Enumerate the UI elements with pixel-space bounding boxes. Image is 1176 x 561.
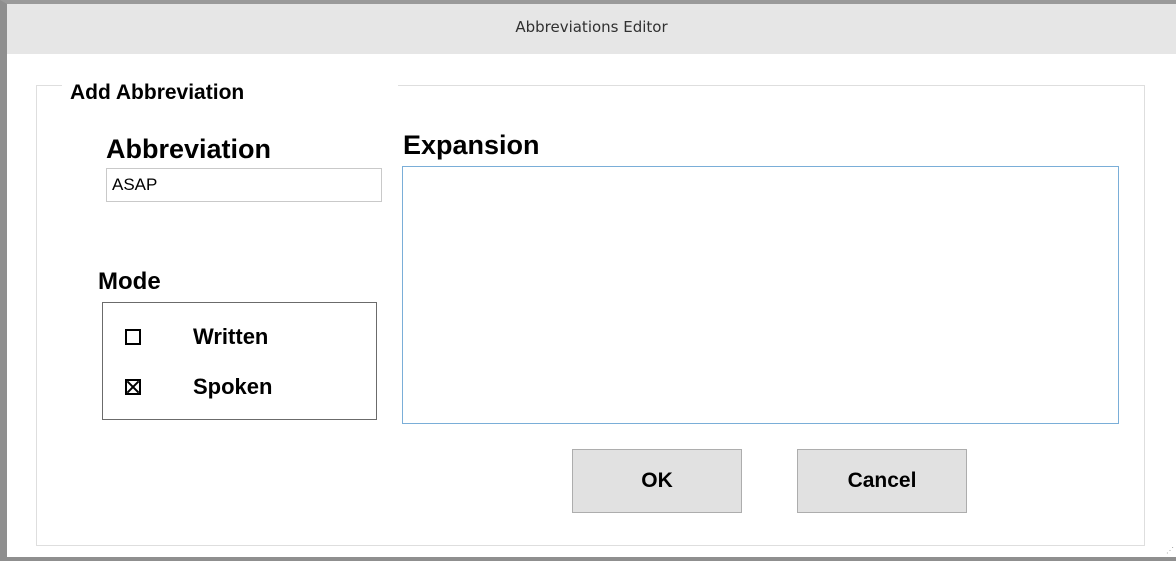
mode-options-box: Written Spoken <box>102 302 377 420</box>
written-checkbox[interactable] <box>125 329 141 345</box>
group-label: Add Abbreviation <box>62 81 398 111</box>
expansion-textarea[interactable] <box>402 166 1119 424</box>
cancel-button[interactable]: Cancel <box>797 449 967 513</box>
mode-label: Mode <box>98 268 161 295</box>
abbreviation-input[interactable] <box>106 168 382 202</box>
abbreviations-editor-window: Abbreviations Editor Add Abbreviation Ab… <box>0 0 1176 561</box>
mode-option-spoken[interactable]: Spoken <box>125 372 272 402</box>
spoken-label: Spoken <box>193 374 273 399</box>
ok-button[interactable]: OK <box>572 449 742 513</box>
spoken-checkbox[interactable] <box>125 379 141 395</box>
expansion-label: Expansion <box>403 130 540 160</box>
resize-grip-icon[interactable]: ⋰ <box>1166 547 1174 555</box>
mode-option-written[interactable]: Written <box>125 322 268 352</box>
abbreviation-label: Abbreviation <box>106 134 272 164</box>
title-bar[interactable]: Abbreviations Editor <box>7 4 1176 54</box>
window-title: Abbreviations Editor <box>515 18 668 36</box>
written-label: Written <box>193 324 269 349</box>
